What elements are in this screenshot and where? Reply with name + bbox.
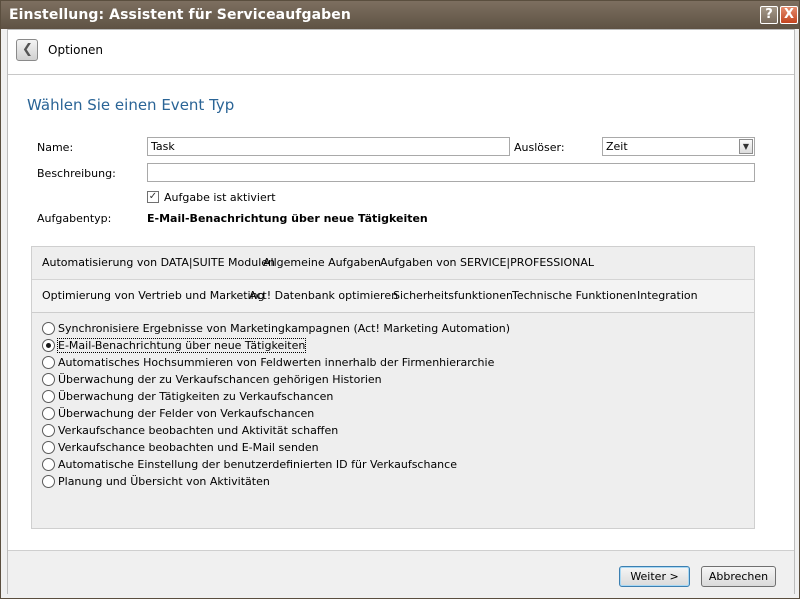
description-label: Beschreibung: — [37, 167, 116, 180]
trigger-select[interactable]: Zeit ▼ — [602, 137, 755, 156]
tab-integration[interactable]: Integration — [637, 289, 698, 302]
task-option-label[interactable]: Planung und Übersicht von Aktivitäten — [58, 475, 270, 488]
help-button[interactable]: ? — [760, 6, 778, 24]
tab-technical[interactable]: Technische Funktionen — [512, 289, 637, 302]
name-input[interactable]: Task — [147, 137, 510, 156]
dialog-footer: Weiter > Abbrechen — [8, 550, 794, 594]
window-title: Einstellung: Assistent für Serviceaufgab… — [9, 7, 351, 23]
help-icon: ? — [765, 7, 773, 22]
task-options-list: Synchronisiere Ergebnisse von Marketingk… — [32, 313, 754, 528]
navigation-bar: ❮ Optionen — [8, 30, 794, 75]
dialog-content: ❮ Optionen Wählen Sie einen Event Typ Na… — [7, 29, 795, 594]
radio-button[interactable] — [42, 339, 55, 352]
dialog-window: Einstellung: Assistent für Serviceaufgab… — [0, 0, 800, 599]
active-checkbox[interactable]: ✓ — [147, 191, 159, 203]
back-button[interactable]: ❮ — [16, 39, 38, 61]
task-option-label[interactable]: Automatische Einstellung der benutzerdef… — [58, 458, 457, 471]
radio-button[interactable] — [42, 407, 55, 420]
task-option-label[interactable]: Verkaufschance beobachten und Aktivität … — [58, 424, 338, 437]
tab-general-tasks[interactable]: Allgemeine Aufgaben — [263, 256, 381, 269]
cancel-button[interactable]: Abbrechen — [701, 566, 776, 587]
task-option-label[interactable]: Überwachung der Felder von Verkaufschanc… — [58, 407, 314, 420]
title-bar[interactable]: Einstellung: Assistent für Serviceaufgab… — [1, 1, 799, 29]
trigger-label: Auslöser: — [514, 141, 565, 154]
radio-button[interactable] — [42, 373, 55, 386]
task-tab-panel: Automatisierung von DATA|SUITE Modulen A… — [31, 246, 755, 529]
name-label: Name: — [37, 141, 74, 154]
radio-button[interactable] — [42, 441, 55, 454]
radio-button[interactable] — [42, 424, 55, 437]
task-option-label[interactable]: E-Mail-Benachrichtung über neue Tätigkei… — [56, 338, 307, 353]
radio-button[interactable] — [42, 390, 55, 403]
task-option-label[interactable]: Synchronisiere Ergebnisse von Marketingk… — [58, 322, 510, 335]
radio-button[interactable] — [42, 475, 55, 488]
tab-data-suite-modules[interactable]: Automatisierung von DATA|SUITE Modulen — [42, 256, 275, 269]
task-option-label[interactable]: Automatisches Hochsummieren von Feldwert… — [58, 356, 494, 369]
radio-button[interactable] — [42, 356, 55, 369]
chevron-down-icon[interactable]: ▼ — [739, 139, 753, 154]
radio-button[interactable] — [42, 322, 55, 335]
trigger-select-value: Zeit — [606, 140, 628, 153]
task-option-label[interactable]: Verkaufschance beobachten und E-Mail sen… — [58, 441, 319, 454]
chevron-left-icon: ❮ — [22, 42, 33, 57]
tab-service-professional[interactable]: Aufgaben von SERVICE|PROFESSIONAL — [380, 256, 594, 269]
close-button[interactable]: X — [780, 6, 798, 24]
checkmark-icon: ✓ — [148, 191, 158, 202]
task-option-label[interactable]: Überwachung der zu Verkaufschancen gehör… — [58, 373, 382, 386]
tasktype-label: Aufgabentyp: — [37, 212, 112, 225]
tasktype-value: E-Mail-Benachrichtung über neue Tätigkei… — [147, 212, 428, 225]
nav-title: Optionen — [48, 43, 104, 57]
tab-row-categories: Automatisierung von DATA|SUITE Modulen A… — [32, 247, 754, 280]
tab-row-subcategories: Optimierung von Vertrieb und Marketing A… — [32, 280, 754, 313]
radio-button[interactable] — [42, 458, 55, 471]
tab-security[interactable]: Sicherheitsfunktionen — [393, 289, 513, 302]
description-input[interactable] — [147, 163, 755, 182]
page-heading: Wählen Sie einen Event Typ — [27, 96, 235, 114]
active-checkbox-label[interactable]: Aufgabe ist aktiviert — [164, 191, 276, 204]
tab-sales-marketing[interactable]: Optimierung von Vertrieb und Marketing — [42, 289, 265, 302]
task-option-label[interactable]: Überwachung der Tätigkeiten zu Verkaufsc… — [58, 390, 333, 403]
next-button[interactable]: Weiter > — [619, 566, 690, 587]
tab-database-optimize[interactable]: Act! Datenbank optimieren — [249, 289, 398, 302]
close-icon: X — [783, 7, 795, 22]
